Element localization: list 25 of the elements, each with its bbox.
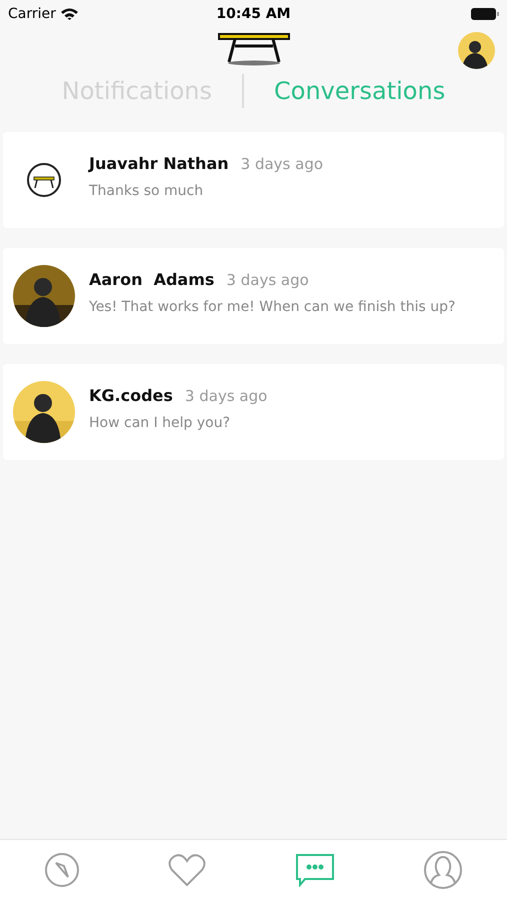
- clock-time: 10:45 AM: [216, 6, 291, 22]
- chat-icon: [294, 853, 335, 887]
- sender-name: Juavahr Nathan: [89, 154, 229, 172]
- message-preview: Thanks so much: [89, 182, 204, 198]
- tab-bar-button[interactable]: [168, 853, 206, 887]
- message-preview: How can I help you?: [89, 414, 232, 430]
- wifi-icon: [60, 8, 78, 20]
- message-time: 3 days ago: [240, 154, 324, 172]
- profile-icon: [422, 850, 463, 890]
- carrier-label: Carrier: [8, 6, 56, 22]
- tab-bar-button[interactable]: [422, 850, 463, 890]
- table-logo-icon: [216, 32, 290, 66]
- heart-icon: [168, 853, 206, 887]
- tab-bar-button[interactable]: [294, 853, 335, 887]
- compass-icon: [44, 852, 80, 888]
- sender-name: Aaron Adams: [89, 270, 214, 288]
- sender-name: KG.codes: [89, 386, 173, 404]
- battery-icon: [471, 8, 499, 20]
- tab-bar-button[interactable]: [44, 852, 80, 888]
- message-time: 3 days ago: [226, 270, 309, 288]
- conversation-card[interactable]: Aaron Adams 3 days ago Yes! That works for me! When can we finish this up?: [3, 248, 504, 344]
- message-preview: Yes! That works for me! When can we finish this up?: [89, 298, 456, 314]
- conversation-card[interactable]: KG.codes 3 days ago How can I help you?: [3, 364, 504, 460]
- conversation-card[interactable]: Juavahr Nathan 3 days ago Thanks so much: [3, 132, 504, 228]
- message-time: 3 days ago: [184, 386, 268, 404]
